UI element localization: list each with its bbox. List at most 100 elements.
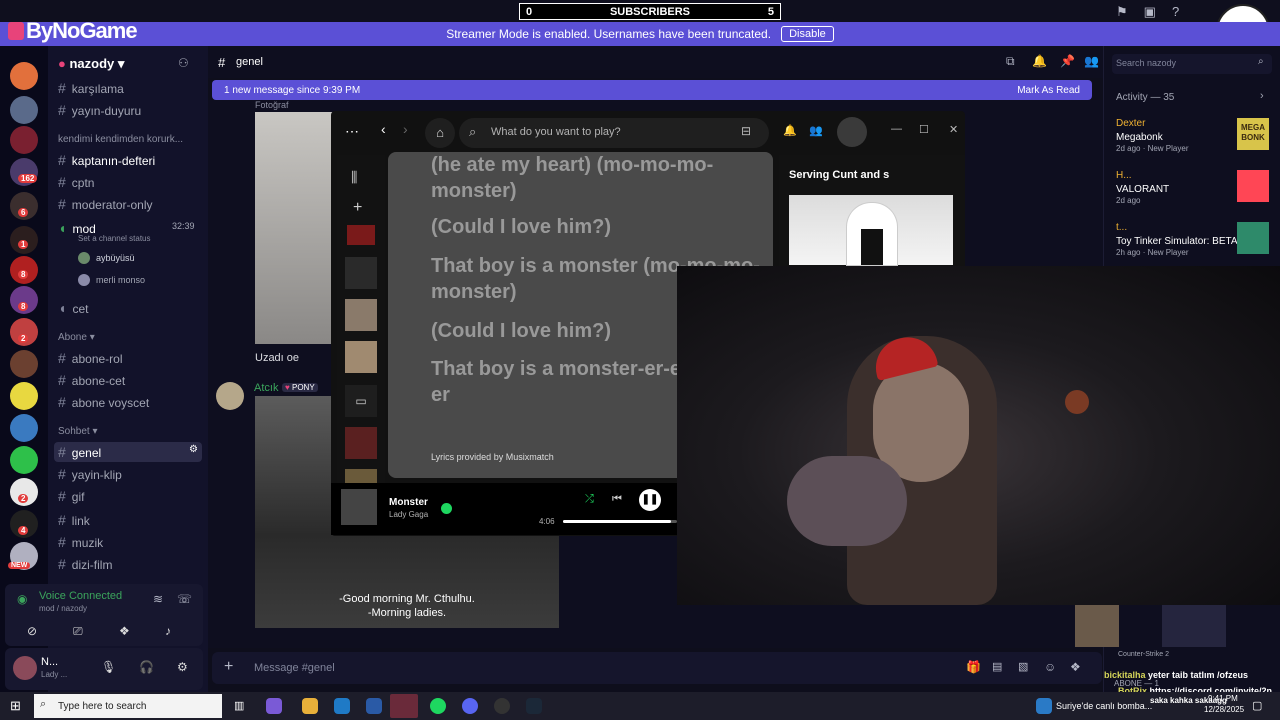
apps-icon[interactable]: ❖ <box>1070 660 1081 674</box>
disable-button[interactable]: Disable <box>781 26 834 42</box>
channel-link[interactable]: # link <box>58 512 90 528</box>
progress-track[interactable] <box>563 520 677 523</box>
bell-icon[interactable]: 🔔 <box>783 124 797 137</box>
playlist-cover[interactable] <box>345 257 377 289</box>
avatar[interactable] <box>216 382 244 410</box>
new-messages-bar[interactable]: 1 new message since 9:39 PM Mark As Read <box>212 80 1092 100</box>
track-cover[interactable] <box>341 489 377 525</box>
more-icon[interactable]: ⋯ <box>345 123 359 140</box>
activity-user[interactable]: t... <box>1116 222 1127 233</box>
signal-icon[interactable]: ◉ <box>17 592 27 606</box>
pause-button[interactable]: ❚❚ <box>639 489 661 511</box>
channel-status[interactable]: Set a channel status <box>78 234 151 243</box>
attachment-image[interactable] <box>255 112 333 344</box>
minimize-icon[interactable]: — <box>891 123 902 135</box>
library-icon[interactable]: ⫼ <box>351 169 357 186</box>
screen-share-icon[interactable]: ⎚ <box>73 624 83 639</box>
voice-location[interactable]: mod / nazody <box>39 604 87 613</box>
gear-icon[interactable]: ⚙ <box>177 660 188 674</box>
bell-icon[interactable]: 🔔 <box>1032 54 1047 68</box>
track-artist[interactable]: Lady Gaga <box>389 510 428 519</box>
friends-icon[interactable]: 👥 <box>809 124 823 137</box>
playlist-cover[interactable] <box>345 341 377 373</box>
channel-yayin-klip[interactable]: # yayin-klip <box>58 466 122 482</box>
playlist-cover[interactable] <box>345 427 377 459</box>
channel-muzik[interactable]: # muzik <box>58 534 103 550</box>
headphones-icon[interactable]: 🎧 <box>139 660 154 674</box>
lyric-line[interactable]: (Could I love him?) <box>431 214 761 240</box>
maximize-icon[interactable]: ☐ <box>919 123 929 136</box>
close-icon[interactable]: ✕ <box>949 123 958 136</box>
channel-abone-cet[interactable]: # abone-cet <box>58 372 125 388</box>
search-icon[interactable]: ⌕ <box>1258 56 1264 67</box>
steam-icon[interactable] <box>526 698 542 714</box>
disconnect-icon[interactable]: ☏ <box>177 592 192 606</box>
server-icon[interactable] <box>10 96 38 124</box>
message-author[interactable]: Atcık <box>254 382 278 394</box>
channel-yayin-duyuru[interactable]: # yayın-duyuru <box>58 102 141 118</box>
shuffle-icon[interactable]: ⤮ <box>585 493 594 506</box>
back-icon[interactable]: ‹ <box>381 121 386 137</box>
file-explorer-icon[interactable] <box>302 698 318 714</box>
chevron-right-icon[interactable]: › <box>1260 90 1264 102</box>
plus-icon[interactable]: + <box>353 199 362 217</box>
channel-genel[interactable]: # genel ⚙ <box>54 442 202 462</box>
emoji-icon[interactable]: ☺ <box>1044 660 1056 674</box>
previous-icon[interactable]: ⏮ <box>612 493 622 506</box>
lyric-line[interactable]: (he ate my heart) (mo-mo-mo-monster) <box>431 152 761 204</box>
settings-icon[interactable]: ⚙ <box>189 444 198 455</box>
plus-icon[interactable]: + <box>224 658 233 676</box>
voice-member[interactable]: aybüyüsü <box>78 252 135 264</box>
edge-icon[interactable] <box>334 698 350 714</box>
category-header[interactable]: kendimi kendimden korurk... <box>58 134 183 145</box>
discord-icon[interactable] <box>462 698 478 714</box>
server-header[interactable]: ● nazody ▾ <box>58 56 124 72</box>
search-input[interactable]: Search nazody ⌕ <box>1112 54 1272 74</box>
channel-abone-voyscet[interactable]: # abone voyscet <box>58 394 149 410</box>
folder-icon[interactable]: ▭ <box>345 385 377 417</box>
active-app-icon[interactable] <box>390 694 418 718</box>
server-icon[interactable] <box>10 62 38 90</box>
playlist-cover[interactable] <box>347 225 375 245</box>
voice-member[interactable]: merli monso <box>78 274 145 286</box>
microphone-icon[interactable]: 🎙 <box>101 660 116 674</box>
spotify-icon[interactable] <box>430 698 446 714</box>
activities-icon[interactable]: ❖ <box>119 624 130 638</box>
browse-icon[interactable]: ⊟ <box>741 124 751 138</box>
help-icon[interactable]: ? <box>1172 4 1179 20</box>
channel-abone-rol[interactable]: # abone-rol <box>58 350 123 366</box>
gift-icon[interactable]: 🎁 <box>966 660 981 674</box>
threads-icon[interactable]: ⧉ <box>1006 54 1015 69</box>
home-icon[interactable]: ⌂ <box>425 118 455 148</box>
gif-icon[interactable]: ▤ <box>992 660 1002 673</box>
activity-user[interactable]: Dexter <box>1116 118 1145 129</box>
server-icon[interactable] <box>10 382 38 410</box>
soundboard-icon[interactable]: ♪ <box>165 624 171 638</box>
saved-check-icon[interactable] <box>441 503 452 514</box>
category-header[interactable]: Sohbet ▾ <box>58 426 98 437</box>
add-member-icon[interactable]: ⚇ <box>178 56 189 70</box>
noise-icon[interactable]: ≋ <box>153 592 163 606</box>
flag-icon[interactable]: ⚑ <box>1116 4 1128 20</box>
channel-moderator-only[interactable]: # moderator-only <box>58 196 153 212</box>
server-icon[interactable] <box>10 414 38 442</box>
news-icon[interactable] <box>1036 698 1052 714</box>
sticker-icon[interactable]: ▧ <box>1018 660 1028 673</box>
server-icon[interactable] <box>10 350 38 378</box>
outlook-icon[interactable] <box>366 698 382 714</box>
search-bar[interactable]: ⌕ What do you want to play? ⊟ <box>459 118 769 148</box>
track-title[interactable]: Monster <box>389 497 428 508</box>
channel-dizi-film[interactable]: # dizi-film <box>58 556 112 572</box>
activity-user[interactable]: H... <box>1116 170 1132 181</box>
channel-gif[interactable]: # gif <box>58 488 84 504</box>
news-ticker[interactable]: Suriye'de canlı bomba... <box>1056 701 1152 711</box>
pin-icon[interactable]: 📌 <box>1060 54 1075 68</box>
playlist-cover[interactable] <box>345 299 377 331</box>
copilot-icon[interactable] <box>266 698 282 714</box>
channel-cptn[interactable]: # cptn <box>58 174 94 190</box>
taskbar-search[interactable]: ⌕ Type here to search <box>34 694 222 718</box>
channel-kaptanin-defteri[interactable]: # kaptanın-defteri <box>58 152 155 168</box>
obs-icon[interactable] <box>494 698 510 714</box>
windows-start-icon[interactable]: ⊞ <box>10 698 21 714</box>
voice-channel-cet[interactable]: ◖ cet <box>58 300 88 316</box>
